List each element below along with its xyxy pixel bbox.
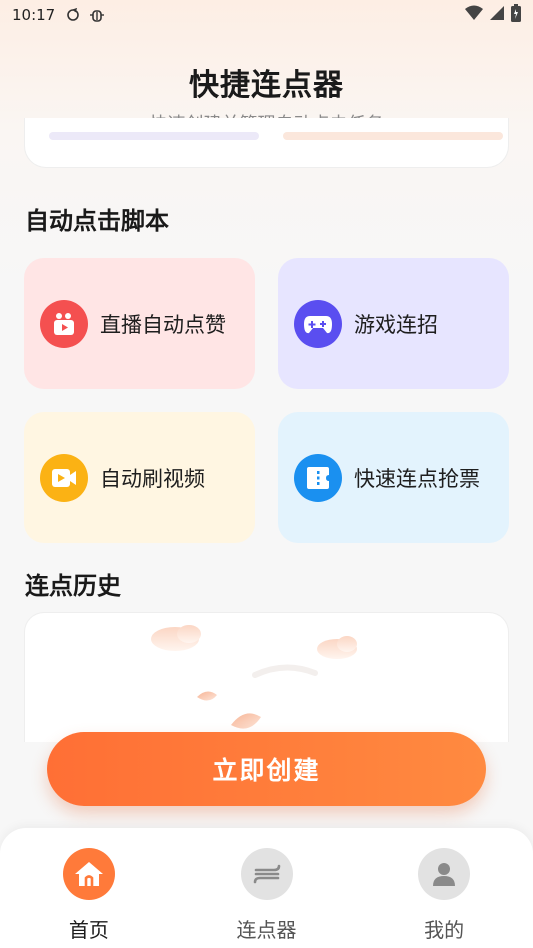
summary-card-strip: [49, 132, 259, 140]
scripts-section-title: 自动点击脚本: [25, 207, 169, 235]
tile-ticket-grab[interactable]: 快速连点抢票: [278, 412, 509, 543]
home-icon: [62, 848, 115, 900]
ticket-icon: [294, 453, 342, 502]
live-video-icon: [40, 299, 88, 348]
tile-live-auto-like[interactable]: 直播自动点赞: [24, 258, 255, 389]
nav-label: 连点器: [236, 918, 297, 942]
status-time: 10:17: [12, 6, 56, 24]
status-bar: 10:17: [0, 0, 533, 30]
signal-icon: [489, 5, 505, 25]
tile-label: 游戏连招: [354, 312, 438, 337]
battery-icon: [511, 4, 521, 26]
summary-card-strip: [283, 132, 503, 140]
create-now-button[interactable]: 立即创建: [47, 732, 486, 806]
page-title: 快捷连点器: [189, 68, 344, 103]
nav-item-clicker[interactable]: 连点器: [178, 828, 356, 948]
nav-item-home[interactable]: 首页: [0, 828, 178, 948]
tile-auto-video[interactable]: 自动刷视频: [24, 412, 255, 543]
bottom-nav: 首页 连点器 我的: [0, 828, 533, 948]
summary-card: [24, 118, 509, 168]
bug-icon: [89, 7, 105, 23]
gamepad-icon: [294, 299, 342, 348]
nav-label: 首页: [68, 918, 109, 942]
wifi-icon: [465, 5, 483, 25]
tile-label: 快速连点抢票: [354, 466, 480, 491]
history-empty-card: [24, 612, 509, 742]
video-play-icon: [40, 453, 88, 502]
empty-state-illustration: [151, 625, 357, 729]
tile-label: 自动刷视频: [100, 466, 205, 491]
nav-item-profile[interactable]: 我的: [355, 828, 533, 948]
clicker-icon: [240, 848, 293, 900]
tile-game-combo[interactable]: 游戏连招: [278, 258, 509, 389]
profile-icon: [418, 848, 471, 900]
tile-label: 直播自动点赞: [100, 312, 226, 337]
history-section-title: 连点历史: [25, 572, 121, 600]
nav-label: 我的: [424, 918, 465, 942]
sync-icon: [65, 7, 81, 23]
